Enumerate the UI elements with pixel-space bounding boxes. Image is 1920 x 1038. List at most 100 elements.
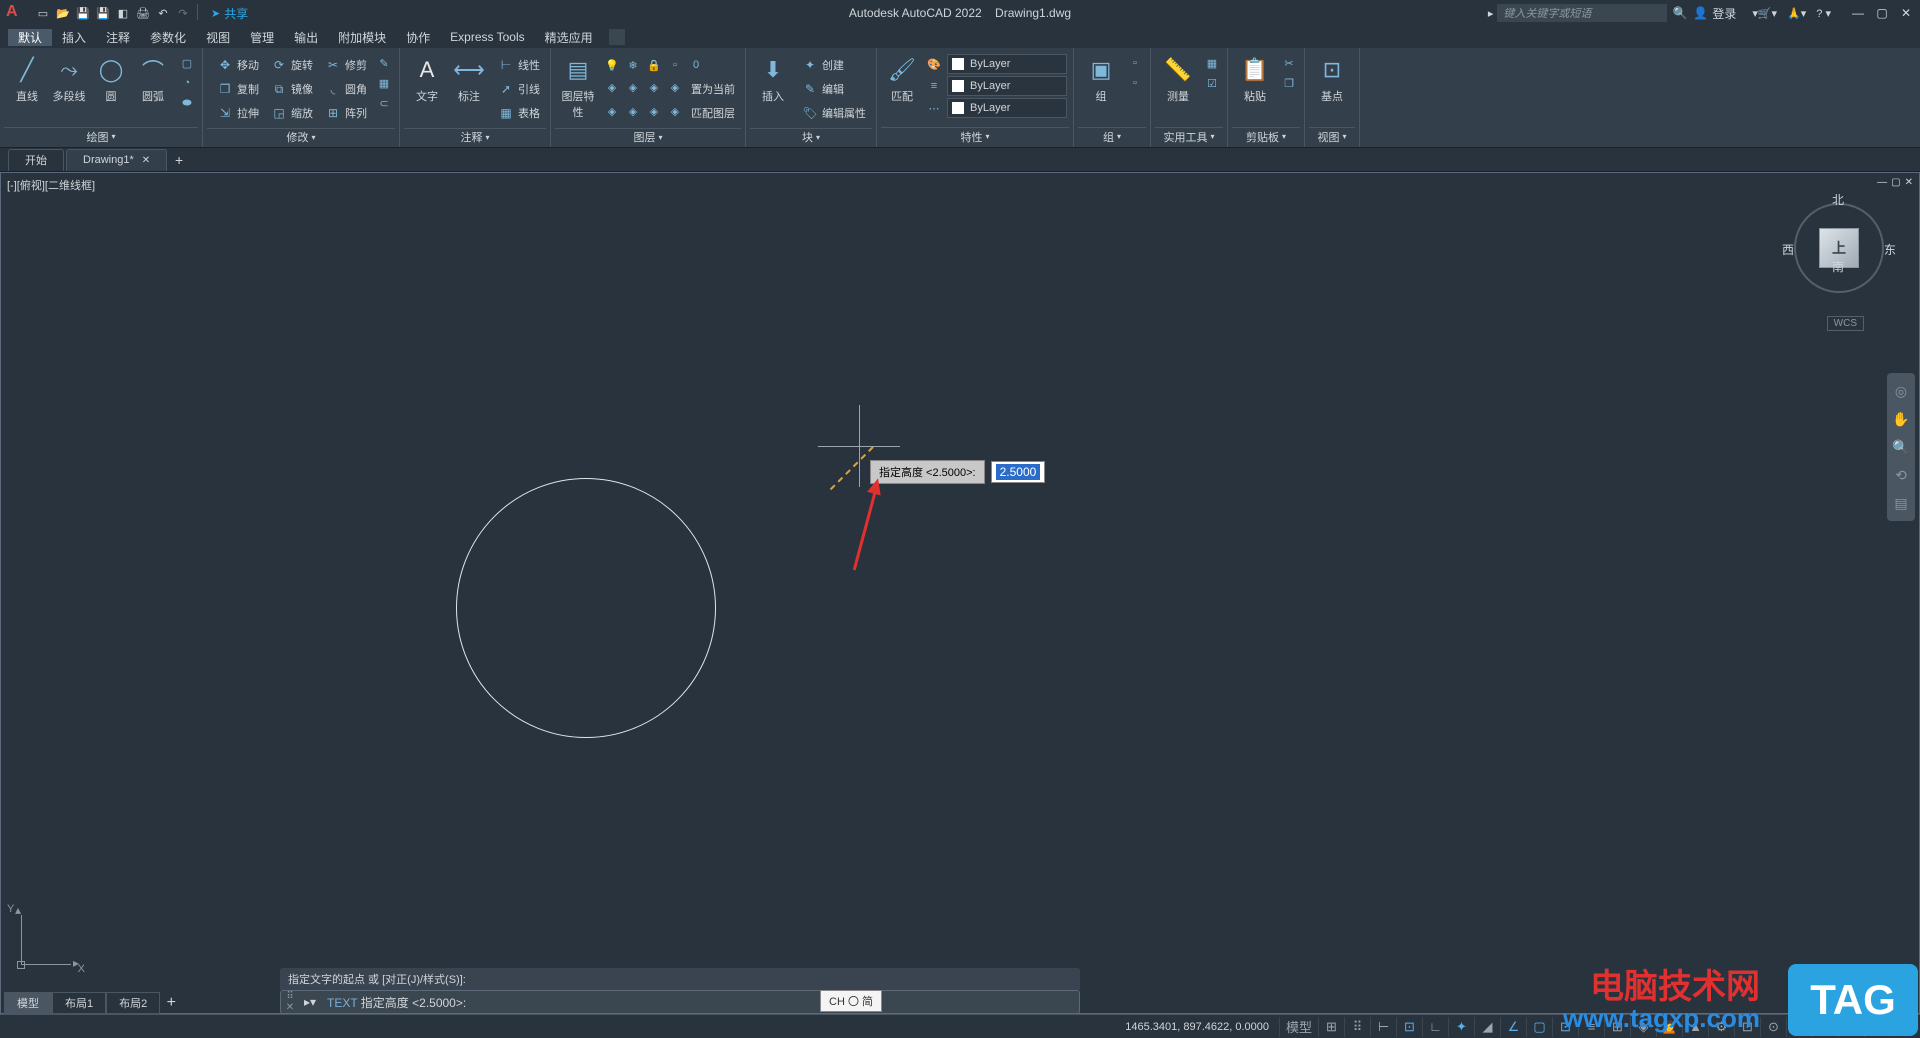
qat-saveas-icon[interactable]: 💾 <box>94 4 112 22</box>
ribbon-tab-insert[interactable]: 插入 <box>52 29 96 46</box>
util-m2-icon[interactable]: ☑ <box>1203 74 1221 92</box>
ribbon-tab-annotate[interactable]: 注释 <box>96 29 140 46</box>
status-osnap-icon[interactable]: ∠ <box>1500 1017 1526 1037</box>
scale-button[interactable]: ◲缩放 <box>267 102 317 124</box>
insert-button[interactable]: ⬇插入 <box>752 54 794 104</box>
status-snap-icon[interactable]: ⠿ <box>1344 1017 1370 1037</box>
status-model-button[interactable]: 模型 <box>1279 1017 1318 1037</box>
layer-mb4-icon[interactable]: ◈ <box>666 78 684 96</box>
ribbon-tab-addins[interactable]: 附加模块 <box>328 29 396 46</box>
draw-mini-2-icon[interactable]: ◔ <box>178 74 196 92</box>
qat-web-icon[interactable]: ◧ <box>114 4 132 22</box>
nav-orbit-icon[interactable]: ⟲ <box>1889 463 1913 487</box>
base-button[interactable]: ⊡基点 <box>1311 54 1353 104</box>
panel-layers-label[interactable]: 图层 <box>555 128 741 145</box>
linetype-icon[interactable]: ⋯ <box>925 99 943 117</box>
search-icon[interactable]: 🔍 <box>1671 4 1689 22</box>
vp-max-icon[interactable]: ▢ <box>1891 177 1900 188</box>
cart-icon[interactable]: ▾🛒▾ <box>1752 7 1777 20</box>
text-button[interactable]: A文字 <box>406 54 448 104</box>
stretch-button[interactable]: ⇲拉伸 <box>213 102 263 124</box>
tab-add-button[interactable]: + <box>169 150 189 170</box>
panel-clipboard-label[interactable]: 剪贴板 <box>1232 127 1300 145</box>
nav-showmot-icon[interactable]: ▤ <box>1889 491 1913 515</box>
block-attr-button[interactable]: 🏷编辑属性 <box>798 102 870 124</box>
group-button[interactable]: ▣组 <box>1080 54 1122 104</box>
vp-close-icon[interactable]: ✕ <box>1905 177 1913 188</box>
copy-clip-icon[interactable]: ❐ <box>1280 74 1298 92</box>
linear-button[interactable]: ⊢线性 <box>494 54 544 76</box>
modify-mini-1-icon[interactable]: ✎ <box>375 54 393 72</box>
layer-freeze-icon[interactable]: ❄ <box>624 56 642 74</box>
color-icon[interactable]: 🎨 <box>925 55 943 73</box>
fillet-button[interactable]: ◟圆角 <box>321 78 371 100</box>
status-ortho-icon[interactable]: ∟ <box>1422 1017 1448 1037</box>
ribbon-tab-output[interactable]: 输出 <box>284 29 328 46</box>
layer-mb1-icon[interactable]: ◈ <box>603 78 621 96</box>
layer-lock-icon[interactable]: 🔒 <box>645 56 663 74</box>
panel-annotation-label[interactable]: 注释 <box>404 128 546 145</box>
status-dyninput-icon[interactable]: ⊡ <box>1396 1017 1422 1037</box>
close-button[interactable]: ✕ <box>1898 6 1914 20</box>
measure-button[interactable]: 📏测量 <box>1157 54 1199 104</box>
command-line[interactable]: ⠿✕ ▸▾ TEXT 指定高度 <2.5000>: <box>280 990 1080 1014</box>
lineweight-combo[interactable]: ByLayer <box>947 76 1067 96</box>
layout-tab-1[interactable]: 布局1 <box>52 992 106 1014</box>
linetype-combo[interactable]: ByLayer <box>947 98 1067 118</box>
dim-button[interactable]: ⟷标注 <box>448 54 490 104</box>
ribbon-tab-default[interactable]: 默认 <box>8 29 52 46</box>
tab-drawing1[interactable]: Drawing1*✕ <box>66 149 167 171</box>
util-m1-icon[interactable]: ▦ <box>1203 54 1221 72</box>
group-m1-icon[interactable]: ▫ <box>1126 54 1144 72</box>
polyline-button[interactable]: ⤳多段线 <box>48 54 90 104</box>
panel-draw-label[interactable]: 绘图 <box>4 127 198 145</box>
panel-utilities-label[interactable]: 实用工具 <box>1155 127 1223 145</box>
panel-modify-label[interactable]: 修改 <box>207 128 395 145</box>
qat-plot-icon[interactable]: 🖨 <box>134 4 152 22</box>
nav-pan-icon[interactable]: ✋ <box>1889 407 1913 431</box>
panel-groups-label[interactable]: 组 <box>1078 127 1146 145</box>
arc-button[interactable]: ⌒圆弧 <box>132 54 174 104</box>
qat-redo-icon[interactable]: ↷ <box>174 4 192 22</box>
panel-properties-label[interactable]: 特性 <box>881 127 1069 145</box>
qat-undo-icon[interactable]: ↶ <box>154 4 172 22</box>
minimize-button[interactable]: — <box>1850 6 1866 20</box>
group-m2-icon[interactable]: ▫ <box>1126 74 1144 92</box>
layer-mc3-icon[interactable]: ◈ <box>645 102 663 120</box>
status-polar-icon[interactable]: ✦ <box>1448 1017 1474 1037</box>
matchlayer-button[interactable]: 匹配图层 <box>687 102 739 124</box>
panel-view-label[interactable]: 视图 <box>1309 127 1355 145</box>
status-qprop-icon[interactable]: ⊙ <box>1760 1017 1786 1037</box>
share-button[interactable]: 共享 <box>211 5 248 22</box>
tab-start[interactable]: 开始 <box>8 149 64 171</box>
cut-icon[interactable]: ✂ <box>1280 54 1298 72</box>
layer-color-icon[interactable]: ▫ <box>666 56 684 74</box>
array-button[interactable]: ⊞阵列 <box>321 102 371 124</box>
draw-mini-1-icon[interactable]: ▢ <box>178 54 196 72</box>
status-infer-icon[interactable]: ⊢ <box>1370 1017 1396 1037</box>
layerprop-button[interactable]: ▤图层特性 <box>557 54 599 120</box>
tooltip-input[interactable]: 2.5000 <box>991 461 1046 483</box>
ribbon-tab-manage[interactable]: 管理 <box>240 29 284 46</box>
status-coordinates[interactable]: 1465.3401, 897.4622, 0.0000 <box>1125 1021 1269 1033</box>
wcs-label[interactable]: WCS <box>1827 316 1864 331</box>
paste-button[interactable]: 📋粘贴 <box>1234 54 1276 104</box>
block-create-button[interactable]: ✦创建 <box>798 54 870 76</box>
line-button[interactable]: ╱直线 <box>6 54 48 104</box>
ribbon-tab-parametric[interactable]: 参数化 <box>140 29 196 46</box>
layer-plot-icon[interactable]: 0 <box>687 56 705 74</box>
nav-wheel-icon[interactable]: ◎ <box>1889 379 1913 403</box>
copy-button[interactable]: ❐复制 <box>213 78 263 100</box>
circle-button[interactable]: ◯圆 <box>90 54 132 104</box>
drawing-viewport[interactable]: [-][俯视][二维线框] — ▢ ✕ 上 北 南 西 东 WCS ◎ ✋ 🔍 … <box>0 172 1920 1014</box>
setcurrent-button[interactable]: 置为当前 <box>687 78 739 100</box>
matchprop-button[interactable]: 🖌匹配 <box>883 54 921 104</box>
lineweight-icon[interactable]: ≡ <box>925 77 943 95</box>
table-button[interactable]: ▦表格 <box>494 102 544 124</box>
ucs-icon[interactable]: X Y <box>21 913 81 973</box>
block-edit-button[interactable]: ✎编辑 <box>798 78 870 100</box>
status-otrack-icon[interactable]: ▢ <box>1526 1017 1552 1037</box>
tab-close-icon[interactable]: ✕ <box>142 155 150 166</box>
command-text[interactable]: TEXT 指定高度 <2.5000>: <box>321 994 1079 1011</box>
ribbon-dropdown-icon[interactable] <box>609 29 625 45</box>
